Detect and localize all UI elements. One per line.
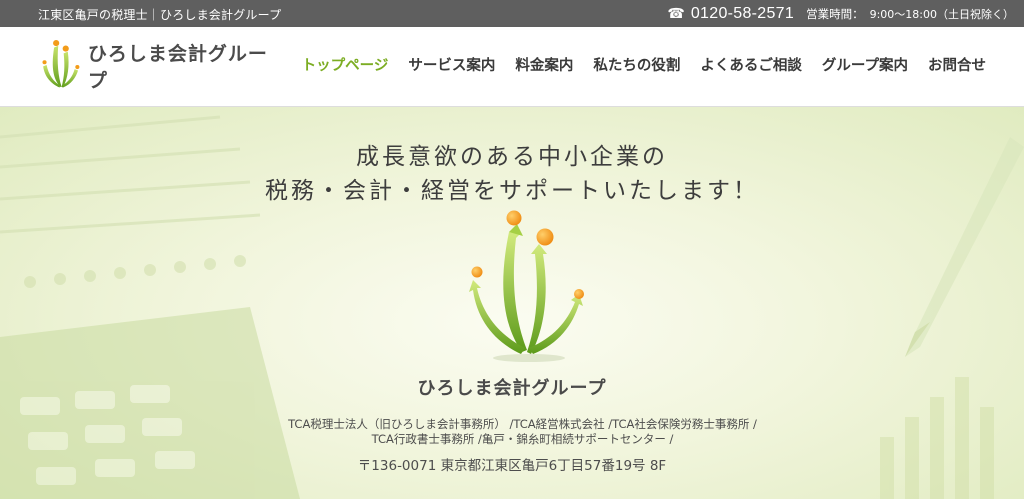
nav-item-faq[interactable]: よくあるご相談: [700, 54, 802, 75]
hero-section: 成長意欲のある中小企業の 税務・会計・経営をサポートいたします！ ひろしま会計グ…: [0, 107, 1024, 499]
hero-brand-name: ひろしま会計グループ: [417, 378, 607, 399]
business-hours-label: 営業時間：: [806, 6, 864, 21]
hero-headline-line-2: 税務・会計・経営をサポートいたします！: [265, 178, 759, 204]
business-hours: 9:00〜18:00（土日祝除く）: [869, 7, 1014, 21]
group-entities-line-2: TCA行政書士事務所 /亀戸・錦糸町相続サポートセンター /: [371, 432, 674, 446]
nav-item-top[interactable]: トップページ: [302, 54, 389, 75]
office-address: 〒136-0071 東京都江東区亀戸6丁目57番19号 8F: [357, 458, 667, 474]
main-nav: トップページ サービス案内 料金案内 私たちの役割 よくあるご相談 グループ案内…: [302, 54, 986, 75]
group-entities: TCA税理士法人（旧ひろしま会計事務所） /TCA経営株式会社 /TCA社会保険…: [270, 417, 775, 447]
nav-item-contact[interactable]: お問合せ: [928, 54, 986, 75]
nav-item-group[interactable]: グループ案内: [822, 54, 908, 75]
top-bar: 江東区亀戸の税理士｜ひろしま会計グループ ☎ 0120-58-2571 営業時間…: [0, 0, 1024, 27]
hero-headline-line-1: 成長意欲のある中小企業の: [356, 144, 668, 170]
nav-item-role[interactable]: 私たちの役割: [593, 54, 680, 75]
phone-icon: ☎: [667, 5, 685, 22]
phone-number[interactable]: 0120-58-2571: [691, 5, 794, 23]
nav-item-services[interactable]: サービス案内: [408, 54, 495, 75]
site-logo[interactable]: ひろしま会計グループ: [38, 37, 278, 95]
logo-text: ひろしま会計グループ: [87, 43, 268, 92]
logo-emblem-icon: [42, 40, 80, 88]
site-header: ひろしま会計グループ トップページ サービス案内 料金案内 私たちの役割 よくあ…: [0, 27, 1024, 107]
site-tagline: 江東区亀戸の税理士｜ひろしま会計グループ: [38, 8, 282, 22]
hero-emblem-icon: [469, 210, 584, 362]
contact-info: ☎ 0120-58-2571 営業時間： 9:00〜18:00（土日祝除く）: [667, 0, 1014, 27]
group-entities-line-1: TCA税理士法人（旧ひろしま会計事務所） /TCA経営株式会社 /TCA社会保険…: [288, 417, 757, 431]
nav-item-pricing[interactable]: 料金案内: [515, 54, 573, 75]
